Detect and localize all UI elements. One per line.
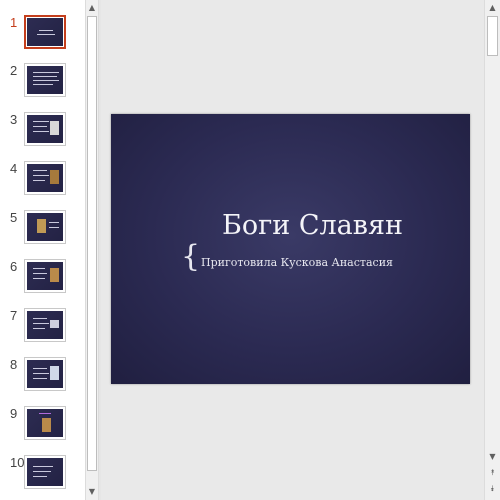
thumbnail-preview (27, 18, 63, 46)
slide-thumbnail-panel: 1 2 3 4 5 6 7 8 9 10 (0, 0, 85, 500)
slide-thumbnail-frame[interactable] (24, 259, 66, 293)
scroll-down-icon[interactable]: ▼ (86, 485, 98, 499)
thumbnail-scrollbar[interactable]: ▲ ▼ (85, 0, 99, 500)
slide-thumbnail-2[interactable]: 2 (0, 63, 85, 103)
slide-number: 7 (10, 308, 18, 323)
slide-thumbnail-frame[interactable] (24, 161, 66, 195)
slide-thumbnail-8[interactable]: 8 (0, 357, 85, 397)
thumbnail-preview (27, 409, 63, 437)
editor-scrollbar-thumb[interactable] (487, 16, 498, 56)
slide-title[interactable]: Боги Славян (111, 210, 470, 241)
slide-number: 8 (10, 357, 18, 372)
thumbnail-preview (27, 115, 63, 143)
scroll-up-icon[interactable]: ▲ (485, 1, 500, 15)
slide-editor: Боги Славян { Приготовила Кускова Анаста… (101, 0, 484, 500)
thumbnail-preview (27, 213, 63, 241)
slide-number: 2 (10, 63, 18, 78)
slide-thumbnail-frame[interactable] (24, 63, 66, 97)
thumbnail-preview (27, 66, 63, 94)
slide-thumbnail-frame[interactable] (24, 308, 66, 342)
thumbnail-preview (27, 458, 63, 486)
slide-thumbnail-5[interactable]: 5 (0, 210, 85, 250)
thumbnail-preview (27, 360, 63, 388)
slide-number: 1 (10, 15, 18, 30)
scroll-up-icon[interactable]: ▲ (86, 1, 98, 15)
slide-thumbnail-7[interactable]: 7 (0, 308, 85, 348)
slide-thumbnail-frame[interactable] (24, 210, 66, 244)
previous-slide-icon[interactable]: ⯭ (485, 466, 500, 480)
slide-thumbnail-4[interactable]: 4 (0, 161, 85, 201)
slide-thumbnail-frame[interactable] (24, 455, 66, 489)
current-slide[interactable]: Боги Славян { Приготовила Кускова Анаста… (111, 114, 470, 384)
slide-number: 6 (10, 259, 18, 274)
slide-number: 3 (10, 112, 18, 127)
thumbnail-preview (27, 311, 63, 339)
editor-scrollbar[interactable]: ▲ ▼ ⯭ ⯯ (484, 0, 500, 500)
slide-thumbnail-3[interactable]: 3 (0, 112, 85, 152)
scroll-down-icon[interactable]: ▼ (485, 450, 500, 464)
slide-thumbnail-frame[interactable] (24, 357, 66, 391)
slide-thumbnail-frame[interactable] (24, 15, 66, 49)
slide-thumbnail-1[interactable]: 1 (0, 15, 85, 55)
slide-thumbnail-frame[interactable] (24, 112, 66, 146)
brace-ornament: { (181, 239, 201, 274)
slide-thumbnail-frame[interactable] (24, 406, 66, 440)
slide-number: 9 (10, 406, 18, 421)
slide-thumbnail-9[interactable]: 9 (0, 406, 85, 446)
next-slide-icon[interactable]: ⯯ (485, 482, 500, 496)
thumbnail-preview (27, 164, 63, 192)
thumbnail-scrollbar-thumb[interactable] (87, 16, 97, 471)
slide-subtitle[interactable]: Приготовила Кускова Анастасия (201, 256, 393, 269)
slide-thumbnail-6[interactable]: 6 (0, 259, 85, 299)
slide-number: 10 (10, 455, 25, 470)
slide-number: 4 (10, 161, 18, 176)
slide-thumbnail-10[interactable]: 10 (0, 455, 85, 495)
slide-number: 5 (10, 210, 18, 225)
thumbnail-preview (27, 262, 63, 290)
